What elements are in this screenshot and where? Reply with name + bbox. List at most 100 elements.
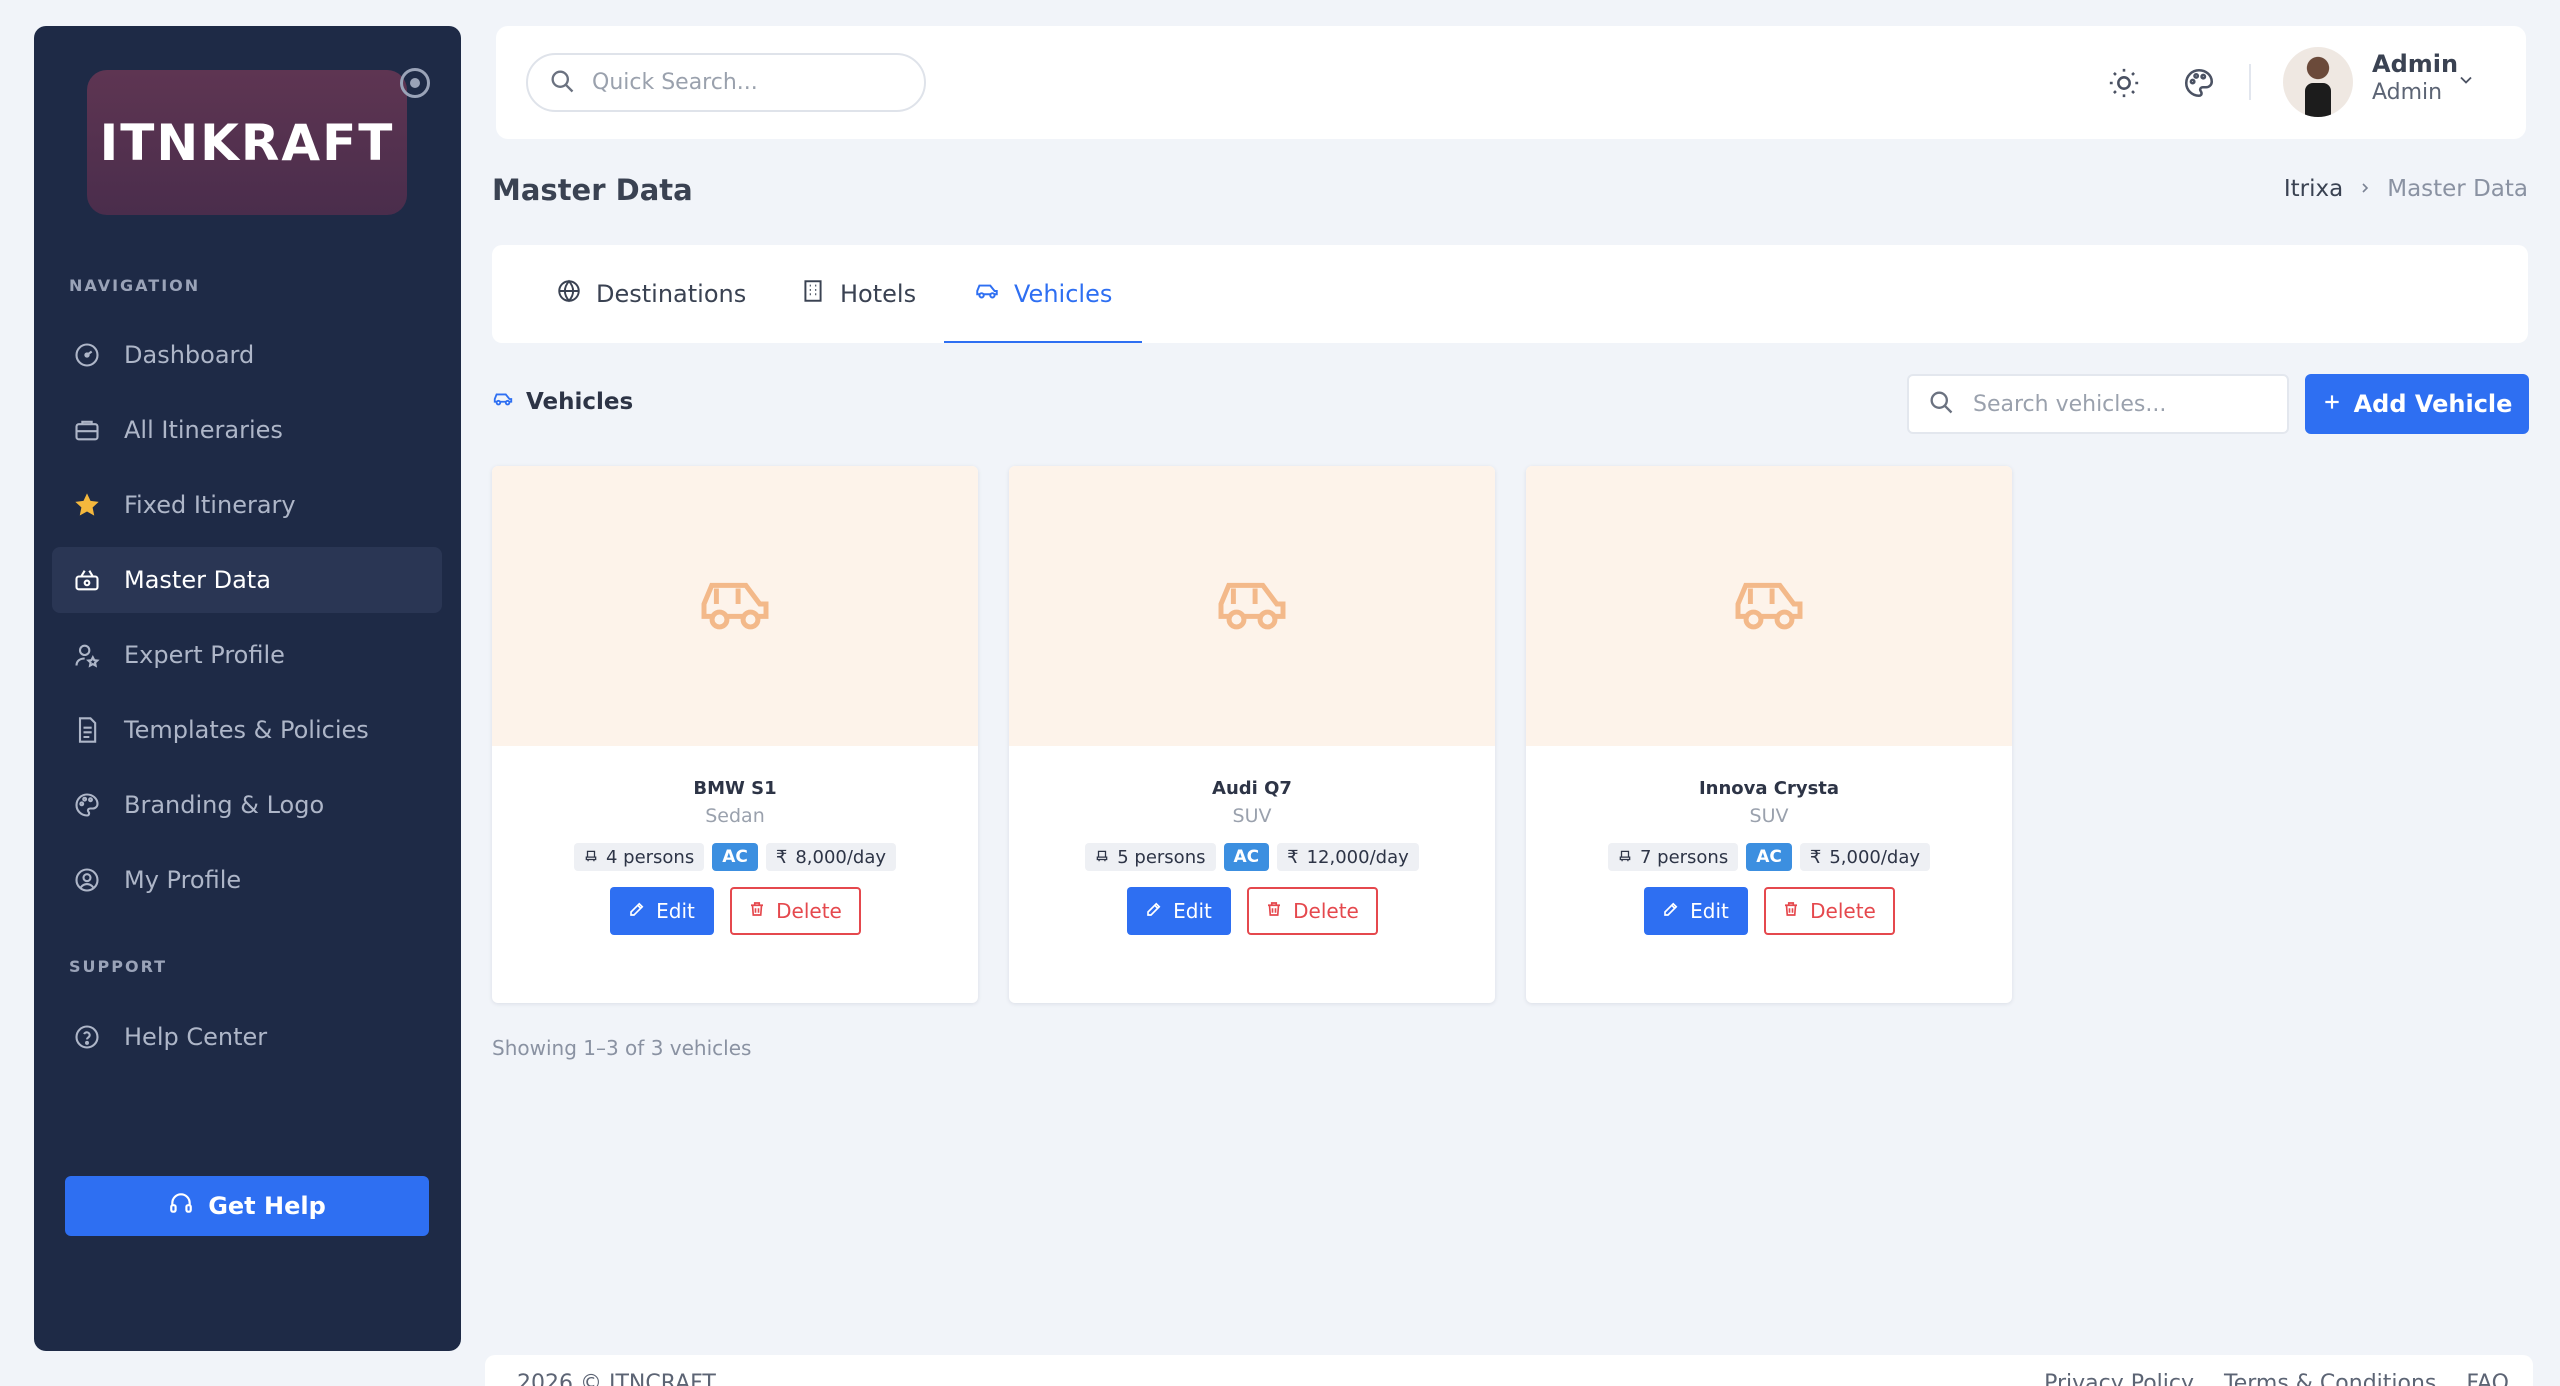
- vehicle-name: Audi Q7: [1212, 778, 1292, 799]
- tab-hotels[interactable]: Hotels: [800, 245, 916, 343]
- palette-icon[interactable]: [2180, 64, 2218, 102]
- edit-button[interactable]: Edit: [1643, 887, 1748, 935]
- delete-button[interactable]: Delete: [1763, 887, 1895, 935]
- sidebar-item-label: All Itineraries: [124, 416, 283, 444]
- sidebar-item-dashboard[interactable]: Dashboard: [52, 322, 442, 388]
- briefcase-icon: [72, 415, 102, 445]
- tab-vehicles[interactable]: Vehicles: [943, 245, 1143, 343]
- sidebar-item-all-itineraries[interactable]: All Itineraries: [52, 397, 442, 463]
- sidebar-item-expert-profile[interactable]: Expert Profile: [52, 622, 442, 688]
- sidebar-item-label: Dashboard: [124, 341, 255, 369]
- vehicle-name: Innova Crysta: [1698, 778, 1840, 799]
- sidebar-collapse-toggle-icon[interactable]: [400, 68, 430, 98]
- seat-icon: [1095, 847, 1109, 868]
- search-icon: [1927, 388, 1955, 420]
- page-title: Master Data: [492, 173, 693, 207]
- help-circle-icon: [72, 1022, 102, 1052]
- footer-link-privacy[interactable]: Privacy Policy: [2044, 1371, 2194, 1386]
- price-badge: ₹ 12,000/day: [1277, 843, 1419, 871]
- topbar: Admin Admin: [496, 26, 2526, 139]
- delete-button[interactable]: Delete: [729, 887, 861, 935]
- breadcrumb-root[interactable]: Itrixa: [2284, 176, 2343, 202]
- footer-link-faq[interactable]: FAQ: [2466, 1371, 2509, 1386]
- trash-icon: [748, 899, 766, 923]
- capacity-badge: 5 persons: [1085, 843, 1216, 871]
- vehicle-card: BMW S1 Sedan 4 persons AC ₹ 8,000/day Ed…: [492, 466, 978, 1003]
- quick-search-input[interactable]: [592, 70, 892, 95]
- delete-label: Delete: [776, 899, 842, 923]
- breadcrumb-current: Master Data: [2387, 176, 2528, 202]
- nav-section-label: NAVIGATION: [69, 276, 201, 295]
- seat-icon: [1618, 847, 1632, 868]
- vehicle-image-placeholder: [1009, 466, 1495, 746]
- tab-label: Destinations: [596, 280, 747, 308]
- get-help-button[interactable]: Get Help: [65, 1176, 429, 1236]
- edit-icon: [1662, 899, 1680, 923]
- document-icon: [72, 715, 102, 745]
- footer: 2026 © ITNCRAFT Privacy Policy Terms & C…: [485, 1355, 2533, 1386]
- theme-toggle-sun-icon[interactable]: [2105, 64, 2143, 102]
- user-name[interactable]: Admin: [2372, 50, 2458, 78]
- sidebar-item-label: My Profile: [124, 866, 242, 894]
- master-data-tabs: Destinations Hotels Vehicles: [492, 245, 2528, 343]
- sidebar-item-fixed-itinerary[interactable]: Fixed Itinerary: [52, 472, 442, 538]
- edit-button[interactable]: Edit: [609, 887, 714, 935]
- tab-destinations[interactable]: Destinations: [556, 245, 746, 343]
- building-icon: [800, 278, 826, 310]
- globe-icon: [556, 278, 582, 310]
- delete-button[interactable]: Delete: [1246, 887, 1378, 935]
- vehicle-badges: 4 persons AC ₹ 8,000/day: [492, 843, 978, 871]
- capacity-badge: 4 persons: [573, 843, 705, 871]
- pagination-summary: Showing 1–3 of 3 vehicles: [492, 1036, 752, 1060]
- sidebar-item-master-data[interactable]: Master Data: [52, 547, 442, 613]
- vehicle-image-placeholder: [1526, 466, 2012, 746]
- brand-logo[interactable]: ITNKRAFT: [87, 70, 407, 215]
- price-badge: ₹ 8,000/day: [765, 843, 897, 871]
- sidebar-item-branding-logo[interactable]: Branding & Logo: [52, 772, 442, 838]
- vehicle-search-input[interactable]: [1973, 391, 2273, 417]
- support-section-label: SUPPORT: [69, 957, 168, 976]
- tab-label: Hotels: [840, 280, 917, 308]
- sidebar-item-help-center[interactable]: Help Center: [52, 1004, 442, 1070]
- avatar[interactable]: [2283, 47, 2353, 117]
- vehicle-card: Innova Crysta SUV 7 persons AC ₹ 5,000/d…: [1526, 466, 2012, 1003]
- vehicle-name: BMW S1: [693, 778, 777, 799]
- plus-icon: [2322, 390, 2342, 418]
- trash-icon: [1265, 899, 1283, 923]
- footer-link-terms[interactable]: Terms & Conditions: [2224, 1371, 2436, 1386]
- edit-button[interactable]: Edit: [1126, 887, 1231, 935]
- sidebar-item-label: Branding & Logo: [124, 791, 325, 819]
- ac-badge: AC: [1746, 843, 1792, 871]
- vehicle-card: Audi Q7 SUV 5 persons AC ₹ 12,000/day Ed…: [1009, 466, 1495, 1003]
- price-label: 8,000/day: [795, 846, 887, 868]
- palette-icon: [72, 790, 102, 820]
- chevron-down-icon[interactable]: [2456, 70, 2476, 94]
- ac-badge: AC: [712, 843, 758, 871]
- card-actions: Edit Delete: [492, 887, 978, 935]
- sidebar-item-my-profile[interactable]: My Profile: [52, 847, 442, 913]
- sidebar-item-label: Templates & Policies: [124, 716, 369, 744]
- vehicle-type: SUV: [1749, 805, 1789, 827]
- topbar-divider: [2249, 64, 2251, 100]
- card-actions: Edit Delete: [1009, 887, 1495, 935]
- rupee-icon: ₹: [775, 846, 788, 868]
- sidebar-item-templates-policies[interactable]: Templates & Policies: [52, 697, 442, 763]
- sidebar-item-label: Fixed Itinerary: [124, 491, 296, 519]
- get-help-label: Get Help: [208, 1192, 326, 1220]
- vehicle-badges: 5 persons AC ₹ 12,000/day: [1009, 843, 1495, 871]
- price-label: 5,000/day: [1829, 846, 1921, 868]
- user-circle-icon: [72, 865, 102, 895]
- add-vehicle-button[interactable]: Add Vehicle: [2305, 374, 2529, 434]
- vehicle-image-placeholder: [492, 466, 978, 746]
- footer-copyright: 2026 © ITNCRAFT: [517, 1371, 716, 1386]
- basket-icon: [72, 565, 102, 595]
- capacity-badge: 7 persons: [1607, 843, 1739, 871]
- vehicle-search[interactable]: [1907, 374, 2289, 434]
- gauge-icon: [72, 340, 102, 370]
- car-icon: [1214, 573, 1290, 639]
- quick-search[interactable]: [526, 53, 926, 112]
- edit-label: Edit: [1173, 899, 1212, 923]
- vehicle-badges: 7 persons AC ₹ 5,000/day: [1526, 843, 2012, 871]
- search-icon: [548, 67, 576, 99]
- seat-icon: [584, 847, 598, 868]
